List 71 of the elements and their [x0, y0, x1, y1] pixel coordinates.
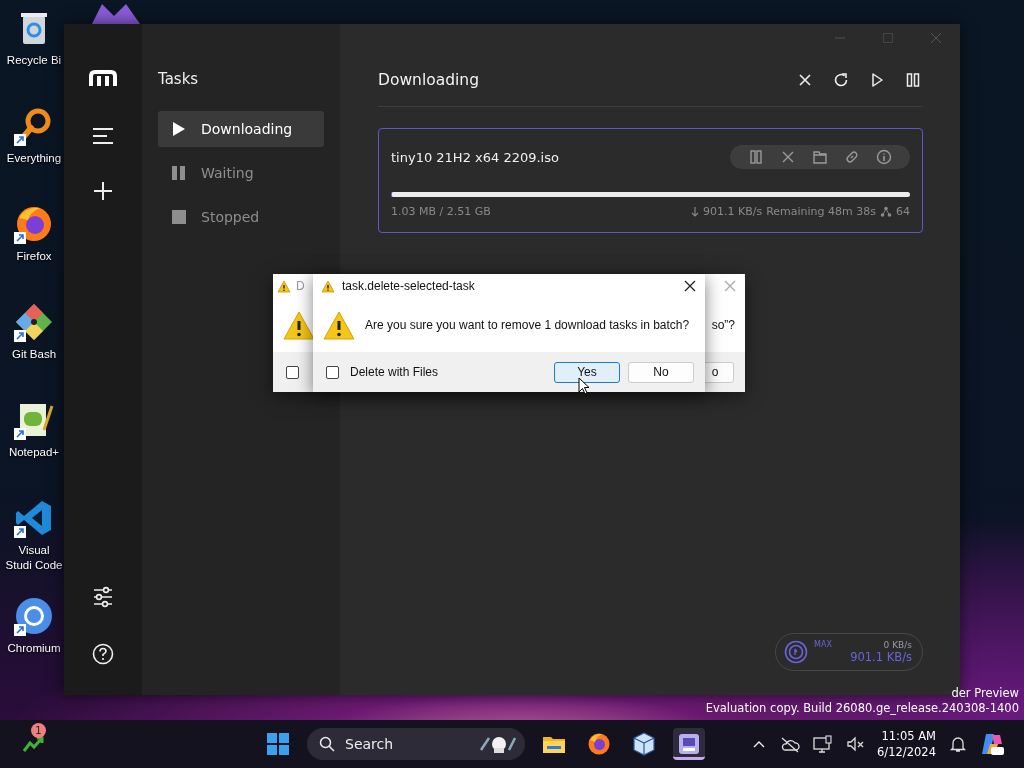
sidebar-item[interactable]: Stopped — [158, 199, 324, 235]
warning-icon — [321, 279, 335, 293]
icon-label[interactable]: Chromium — [7, 641, 61, 656]
watermark-text: der Preview — [950, 686, 1019, 701]
download-arrow-icon — [690, 206, 699, 217]
add-icon[interactable] — [93, 181, 113, 201]
search-bar[interactable]: Search — [307, 728, 525, 760]
info-icon[interactable] — [876, 149, 892, 165]
app-icon[interactable] — [673, 728, 705, 760]
pause-icon[interactable] — [905, 72, 921, 88]
code-editor-icon[interactable] — [14, 498, 54, 538]
monitor-icon[interactable] — [813, 735, 834, 753]
connections-icon — [880, 206, 892, 217]
task-card[interactable]: tiny10 21H2 x64 2209.iso 1.03 MB / 2.51 GB 901.1 KB/s Remaining 48m 38s 64 — [378, 128, 923, 233]
search-icon[interactable] — [319, 736, 335, 752]
pause-icon — [171, 165, 187, 181]
browser-icon[interactable] — [14, 204, 54, 244]
upload-speed: 0 KB/s — [883, 640, 912, 650]
menu-icon[interactable] — [91, 126, 115, 146]
settings-icon[interactable] — [92, 586, 114, 608]
warning-icon — [283, 309, 315, 341]
page-title: Downloading — [378, 71, 480, 89]
stop-icon — [171, 209, 187, 225]
stock-chart-icon[interactable] — [22, 735, 44, 753]
bell-icon[interactable] — [949, 735, 967, 753]
refresh-icon[interactable] — [833, 72, 849, 88]
download-speed: 901.1 KB/s — [850, 650, 912, 664]
icon-label[interactable]: Recycle Bi — [6, 53, 62, 68]
warning-icon — [277, 279, 291, 293]
sidebar-item[interactable]: Downloading — [158, 111, 324, 147]
checkbox[interactable] — [326, 365, 339, 379]
clock[interactable]: 11:05 AM 6/12/2024 — [877, 728, 936, 760]
close-icon[interactable] — [684, 280, 696, 292]
speaker-muted-icon[interactable] — [846, 735, 865, 753]
play-icon[interactable] — [869, 72, 885, 88]
warning-icon — [323, 309, 355, 341]
icon-label[interactable]: Git Bash — [11, 347, 57, 362]
help-icon[interactable] — [92, 643, 114, 665]
sidebar-title: Tasks — [158, 70, 200, 88]
dialog-title: D — [296, 279, 305, 293]
cursor-icon — [578, 377, 590, 395]
size-text: 1.03 MB / 2.51 GB — [391, 205, 491, 218]
checkbox[interactable] — [286, 365, 299, 379]
play-icon — [171, 121, 187, 137]
remaining-text: Remaining 48m 38s — [766, 205, 876, 218]
notification-badge: 1 — [31, 723, 46, 738]
watermark-text: Evaluation copy. Build 26080.ge_release.240308-1400 — [705, 701, 1019, 716]
link-icon[interactable] — [844, 149, 860, 165]
dialog-message: so”? — [711, 318, 735, 332]
diamond-icon[interactable] — [14, 302, 54, 342]
sidebar-item[interactable]: Waiting — [158, 155, 324, 191]
dialog-title: task.delete-selected-task — [342, 279, 475, 293]
icon-label[interactable]: Everything — [6, 151, 62, 166]
icon-label[interactable]: Notepad+ — [8, 445, 60, 460]
dialog-message: Are you sure you want to remove 1 download tasks in batch? — [365, 318, 690, 332]
dialog-button[interactable]: No — [628, 361, 694, 383]
file-name: tiny10 21H2 x64 2209.iso — [391, 149, 559, 165]
dialog-button[interactable]: Yes — [554, 361, 620, 383]
browser-icon[interactable] — [14, 596, 54, 636]
icon-label[interactable]: Firefox — [16, 249, 52, 264]
icon-label[interactable]: Visual Studi Code — [4, 543, 64, 573]
delete-icon[interactable] — [797, 72, 813, 88]
connection-count: 64 — [896, 205, 910, 218]
speed-mode-label: MAX — [814, 640, 832, 649]
checkbox-label: Delete with Files — [350, 365, 439, 379]
speed-text: 901.1 KB/s — [702, 205, 763, 218]
speedometer-icon — [784, 640, 808, 664]
logo-icon — [89, 70, 117, 88]
cloud-off-icon[interactable] — [780, 735, 801, 753]
copilot-icon[interactable] — [980, 732, 1004, 756]
search-field[interactable]: Search — [345, 736, 469, 752]
